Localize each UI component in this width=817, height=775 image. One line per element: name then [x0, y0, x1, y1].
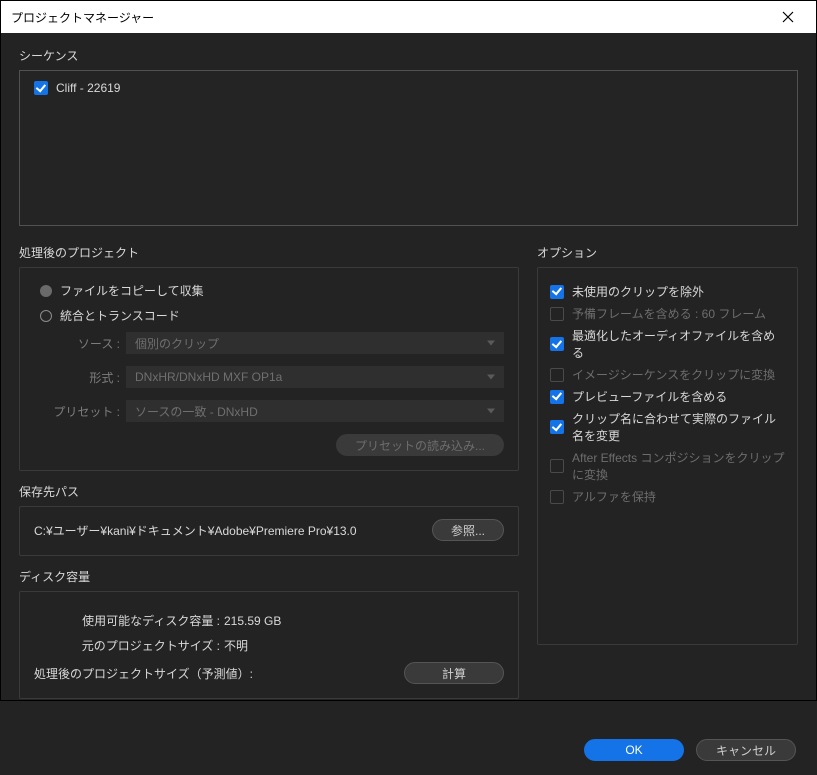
browse-button[interactable]: 参照...	[432, 519, 504, 541]
close-button[interactable]	[768, 1, 808, 33]
dest-section-label: 保存先パス	[19, 483, 519, 500]
cancel-button[interactable]: キャンセル	[696, 739, 796, 761]
option-row-7: アルファを保持	[550, 488, 785, 505]
option-row-1: 予備フレームを含める : 60 フレーム	[550, 305, 785, 322]
option-row-4[interactable]: プレビューファイルを含める	[550, 388, 785, 405]
radio-copy-collect[interactable]: ファイルをコピーして収集	[40, 282, 504, 299]
source-select[interactable]: 個別のクリップ	[126, 332, 504, 354]
format-label: 形式 :	[34, 369, 126, 386]
sequence-item-label: Cliff - 22619	[56, 81, 120, 95]
option-row-2[interactable]: 最適化したオーディオファイルを含める	[550, 327, 785, 361]
option-label: アルファを保持	[572, 488, 656, 505]
option-checkbox	[550, 459, 564, 473]
option-checkbox[interactable]	[550, 420, 564, 434]
options-panel: 未使用のクリップを除外予備フレームを含める : 60 フレーム最適化したオーディ…	[537, 267, 798, 645]
option-label: 未使用のクリップを除外	[572, 283, 704, 300]
close-icon	[782, 11, 794, 23]
option-checkbox[interactable]	[550, 390, 564, 404]
format-select[interactable]: DNxHR/DNxHD MXF OP1a	[126, 366, 504, 388]
disk-orig-value: 不明	[224, 637, 248, 654]
titlebar: プロジェクトマネージャー	[1, 1, 816, 33]
disk-orig-label: 元のプロジェクトサイズ :	[34, 637, 224, 654]
radio-consolidate-transcode[interactable]: 統合とトランスコード	[40, 307, 504, 324]
option-checkbox[interactable]	[550, 337, 564, 351]
disk-section-label: ディスク容量	[19, 568, 519, 585]
source-label: ソース :	[34, 335, 126, 352]
load-preset-button[interactable]: プリセットの読み込み...	[336, 434, 504, 456]
sequence-section-label: シーケンス	[19, 47, 798, 64]
option-label: After Effects コンポジションをクリップに変換	[572, 449, 785, 483]
option-row-5[interactable]: クリップ名に合わせて実際のファイル名を変更	[550, 410, 785, 444]
option-label: 最適化したオーディオファイルを含める	[572, 327, 785, 361]
option-checkbox	[550, 368, 564, 382]
dest-path: C:¥ユーザー¥kani¥ドキュメント¥Adobe¥Premiere Pro¥1…	[34, 522, 422, 539]
preset-label: プリセット :	[34, 403, 126, 420]
option-label: プレビューファイルを含める	[572, 388, 727, 405]
option-row-6: After Effects コンポジションをクリップに変換	[550, 449, 785, 483]
radio-copy-label: ファイルをコピーして収集	[60, 282, 204, 299]
disk-avail-value: 215.59 GB	[224, 614, 281, 628]
sequence-checkbox[interactable]	[34, 81, 48, 95]
sequence-list[interactable]: Cliff - 22619	[19, 70, 798, 226]
option-label: イメージシーケンスをクリップに変換	[572, 366, 775, 383]
option-checkbox	[550, 490, 564, 504]
option-label: クリップ名に合わせて実際のファイル名を変更	[572, 410, 785, 444]
radio-dot-icon	[40, 285, 52, 297]
options-section-label: オプション	[537, 244, 798, 261]
option-row-0[interactable]: 未使用のクリップを除外	[550, 283, 785, 300]
processed-panel: ファイルをコピーして収集 統合とトランスコード ソース : 個別のクリップ 形式…	[19, 267, 519, 471]
radio-dot-icon	[40, 310, 52, 322]
project-manager-window: プロジェクトマネージャー シーケンス Cliff - 22619 処理後のプロジ…	[0, 0, 817, 701]
source-value: 個別のクリップ	[135, 335, 219, 352]
disk-panel: 使用可能なディスク容量 : 215.59 GB 元のプロジェクトサイズ : 不明…	[19, 591, 519, 699]
disk-est-label: 処理後のプロジェクトサイズ（予測値）:	[34, 665, 253, 682]
processed-section-label: 処理後のプロジェクト	[19, 244, 519, 261]
option-row-3: イメージシーケンスをクリップに変換	[550, 366, 785, 383]
preset-select[interactable]: ソースの一致 - DNxHD	[126, 400, 504, 422]
radio-transcode-label: 統合とトランスコード	[60, 307, 180, 324]
option-label: 予備フレームを含める : 60 フレーム	[572, 305, 766, 322]
sequence-item[interactable]: Cliff - 22619	[34, 81, 783, 95]
calculate-button[interactable]: 計算	[404, 662, 504, 684]
option-checkbox[interactable]	[550, 285, 564, 299]
preset-value: ソースの一致 - DNxHD	[135, 403, 258, 420]
format-value: DNxHR/DNxHD MXF OP1a	[135, 370, 282, 384]
ok-button[interactable]: OK	[584, 739, 684, 761]
disk-avail-label: 使用可能なディスク容量 :	[34, 612, 224, 629]
dest-panel: C:¥ユーザー¥kani¥ドキュメント¥Adobe¥Premiere Pro¥1…	[19, 506, 519, 556]
option-checkbox	[550, 307, 564, 321]
window-title: プロジェクトマネージャー	[11, 9, 154, 26]
